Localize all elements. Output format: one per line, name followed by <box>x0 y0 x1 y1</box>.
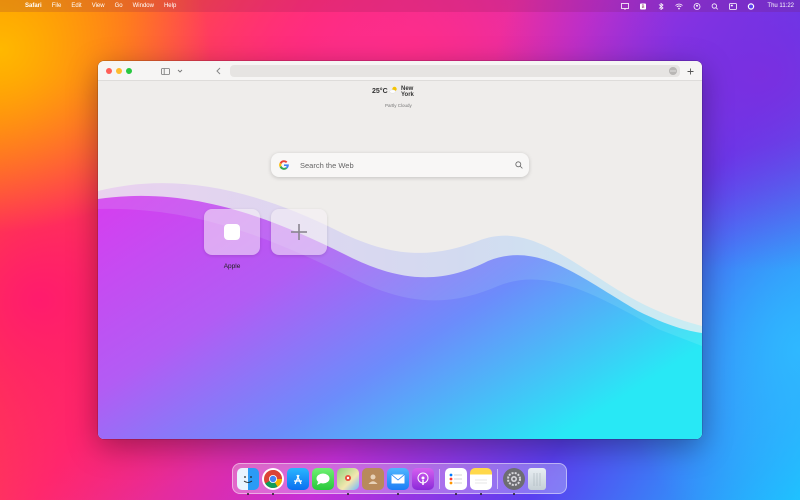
trash-can-icon <box>533 472 541 486</box>
favorite-apple-label: Apple <box>223 263 241 270</box>
search-placeholder: Search the Web <box>300 160 354 170</box>
finder-face-icon <box>243 475 253 483</box>
gear-icon <box>507 471 521 486</box>
note-lines-icon <box>475 479 487 483</box>
menu-file[interactable]: File <box>52 3 62 9</box>
start-page-background <box>98 183 702 439</box>
menu-view[interactable]: View <box>92 3 105 9</box>
dock-separator <box>439 468 440 489</box>
safari-toolbar <box>98 61 702 81</box>
chrome-icon[interactable] <box>262 467 284 495</box>
dock-separator <box>497 468 498 489</box>
bluetooth-icon[interactable] <box>657 2 665 10</box>
partly-cloudy-icon <box>389 86 397 94</box>
contacts-icon[interactable] <box>362 467 384 490</box>
finder-icon[interactable] <box>237 467 259 495</box>
running-indicator <box>455 492 457 495</box>
extension-icon[interactable]: B <box>639 3 647 10</box>
chrome-logo-icon <box>264 469 282 488</box>
close-button[interactable] <box>106 67 112 74</box>
weather-city: New York <box>401 86 414 98</box>
running-indicator <box>247 492 249 495</box>
menu-bar: Safari File Edit View Go Window Help B T… <box>0 0 800 12</box>
chevron-down-icon <box>177 69 183 73</box>
reminders-icon[interactable] <box>445 467 467 495</box>
sidebar-icon <box>160 67 170 75</box>
person-icon <box>368 474 378 484</box>
address-bar[interactable] <box>230 65 680 77</box>
tab-group-menu-button[interactable] <box>176 65 184 77</box>
page-menu-button[interactable] <box>669 67 677 75</box>
menu-edit[interactable]: Edit <box>71 3 81 9</box>
sidebar-toggle-button[interactable] <box>160 65 170 77</box>
weather-widget[interactable]: 25°C New York Partly Cloudy <box>368 85 438 108</box>
siri-icon[interactable] <box>747 2 755 10</box>
notes-icon[interactable] <box>470 467 492 495</box>
trash-icon[interactable] <box>528 467 546 490</box>
google-logo-icon <box>279 160 289 170</box>
podcasts-icon[interactable] <box>412 467 434 490</box>
checklist-icon <box>449 473 462 484</box>
user-icon[interactable] <box>693 2 701 10</box>
plus-icon <box>291 224 307 240</box>
running-indicator <box>397 492 399 495</box>
messages-icon[interactable] <box>312 467 334 490</box>
maps-icon[interactable] <box>337 467 359 495</box>
weather-condition: Partly Cloudy <box>385 103 412 108</box>
running-indicator <box>272 492 274 495</box>
running-indicator <box>513 492 515 495</box>
envelope-icon <box>391 473 405 483</box>
chevron-left-icon <box>215 67 220 75</box>
favorite-apple-tile[interactable] <box>204 209 260 255</box>
control-center-icon[interactable] <box>729 2 738 10</box>
menu-bar-right: B Thu 11:22 <box>621 2 794 10</box>
running-indicator <box>480 492 482 495</box>
map-pin-icon <box>345 474 351 481</box>
maximize-button[interactable] <box>126 67 132 74</box>
app-store-logo-icon <box>294 474 302 484</box>
new-tab-button[interactable] <box>685 65 695 77</box>
menu-app-name[interactable]: Safari <box>25 3 42 9</box>
system-settings-icon[interactable] <box>503 467 525 495</box>
minimize-button[interactable] <box>116 67 122 74</box>
back-button[interactable] <box>214 65 222 77</box>
weather-temperature: 25°C <box>372 88 388 95</box>
window-controls <box>106 67 132 74</box>
add-favorite-tile[interactable] <box>271 209 327 255</box>
menu-help[interactable]: Help <box>164 3 176 9</box>
search-icon[interactable] <box>711 2 719 10</box>
display-icon[interactable] <box>621 2 630 10</box>
dock <box>232 463 567 495</box>
menu-clock[interactable]: Thu 11:22 <box>767 3 794 9</box>
chat-bubble-icon <box>316 473 330 485</box>
mail-icon[interactable] <box>387 467 409 495</box>
wifi-icon[interactable] <box>675 3 684 10</box>
menu-go[interactable]: Go <box>115 3 123 9</box>
start-page: 25°C New York Partly Cloudy Search the W… <box>98 81 702 439</box>
search-field[interactable]: Search the Web <box>271 153 529 177</box>
apple-logo-icon <box>224 224 240 240</box>
ellipsis-icon <box>670 70 676 72</box>
podcast-signal-icon <box>417 472 429 485</box>
menu-bar-left: Safari File Edit View Go Window Help <box>6 3 176 9</box>
safari-window: 25°C New York Partly Cloudy Search the W… <box>98 61 702 439</box>
svg-text:B: B <box>642 4 645 10</box>
magnifier-icon <box>515 161 523 169</box>
app-store-icon[interactable] <box>287 467 309 490</box>
running-indicator <box>347 492 349 495</box>
menu-window[interactable]: Window <box>133 3 154 9</box>
plus-icon <box>687 68 693 74</box>
